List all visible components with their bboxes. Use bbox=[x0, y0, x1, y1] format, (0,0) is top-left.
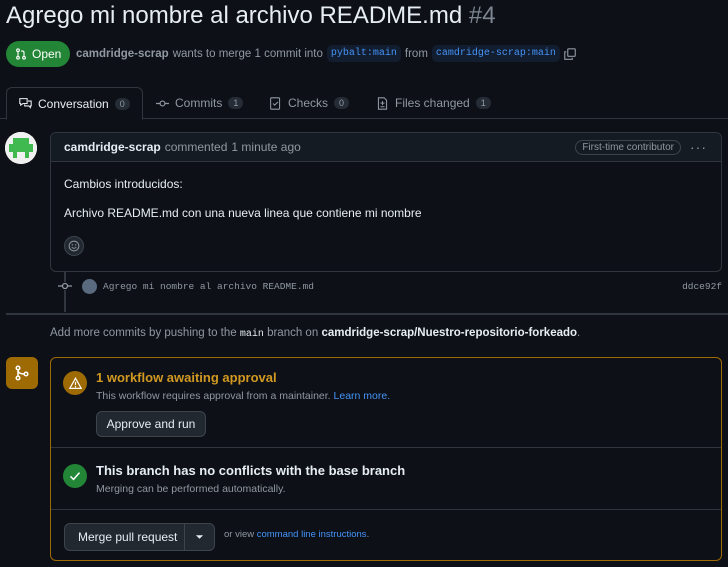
open-state-badge: Open bbox=[6, 41, 70, 67]
author-avatar[interactable] bbox=[5, 132, 37, 164]
timeline-divider bbox=[6, 313, 728, 315]
tab-files-changed[interactable]: Files changed 1 bbox=[376, 87, 491, 119]
add-commits-suffix: . bbox=[577, 327, 581, 339]
tab-conversation-label: Conversation bbox=[38, 96, 109, 111]
base-branch[interactable]: pybalt:main bbox=[326, 45, 401, 62]
tab-conversation[interactable]: Conversation 0 bbox=[6, 87, 143, 120]
or-view-text: or view bbox=[224, 529, 255, 540]
checklist-icon bbox=[270, 96, 281, 110]
workflow-subtext: This workflow requires approval from a m… bbox=[96, 390, 390, 402]
tab-files-changed-label: Files changed bbox=[395, 96, 470, 110]
timeline-line bbox=[64, 272, 66, 312]
smiley-icon bbox=[68, 240, 80, 252]
command-line-instructions-link[interactable]: command line instructions bbox=[257, 529, 367, 540]
git-commit-icon bbox=[156, 99, 169, 107]
learn-more-link[interactable]: Learn more. bbox=[334, 390, 391, 402]
conflicts-section bbox=[51, 448, 721, 510]
add-commits-prefix: Add more commits by pushing to the bbox=[50, 327, 237, 339]
tab-commits-label: Commits bbox=[175, 96, 223, 110]
comment-action: commented bbox=[164, 140, 228, 154]
tab-files-changed-count: 1 bbox=[475, 97, 491, 109]
commit-author-avatar[interactable] bbox=[82, 278, 97, 294]
tab-checks-count: 0 bbox=[334, 97, 350, 109]
workflow-title: 1 workflow awaiting approval bbox=[96, 370, 277, 385]
add-commits-branch: main bbox=[239, 329, 264, 340]
head-branch[interactable]: camdridge-scrap:main bbox=[431, 45, 560, 62]
pr-title-text: Agrego mi nombre al archivo README.md bbox=[6, 2, 463, 29]
no-conflicts-subtext: Merging can be performed automatically. bbox=[96, 483, 286, 495]
merge-pull-request-label: Merge pull request bbox=[78, 530, 178, 544]
add-commits-repo[interactable]: camdridge-scrap/Nuestro-repositorio-fork… bbox=[321, 327, 577, 339]
tab-checks-label: Checks bbox=[288, 96, 329, 110]
comment-author[interactable]: camdridge-scrap bbox=[64, 140, 161, 154]
triangle-down-icon[interactable] bbox=[195, 533, 204, 541]
tab-conversation-count: 0 bbox=[114, 97, 130, 110]
alert-icon bbox=[63, 371, 87, 395]
tab-commits[interactable]: Commits 1 bbox=[156, 87, 244, 119]
check-icon bbox=[63, 464, 87, 488]
identicon-icon bbox=[5, 132, 37, 164]
file-diff-icon bbox=[377, 96, 388, 110]
git-merge-icon bbox=[6, 357, 38, 389]
cli-instructions-hint: or view command line instructions. bbox=[224, 529, 369, 540]
cli-suffix: . bbox=[366, 529, 370, 540]
git-pull-request-icon bbox=[16, 48, 26, 60]
tab-checks[interactable]: Checks 0 bbox=[269, 87, 350, 119]
merge-box: 1 workflow awaiting approval This workfl… bbox=[50, 357, 722, 561]
no-conflicts-title: This branch has no conflicts with the ba… bbox=[96, 463, 406, 478]
comment-line-1: Cambios introducidos: bbox=[64, 177, 183, 191]
git-commit-icon bbox=[58, 282, 72, 290]
merge-pull-request-button[interactable]: Merge pull request bbox=[64, 523, 215, 551]
first-time-contributor-badge: First-time contributor bbox=[575, 140, 681, 155]
pr-title: Agrego mi nombre al archivo README.md #4 bbox=[6, 2, 496, 30]
approve-and-run-button[interactable]: Approve and run bbox=[96, 411, 206, 437]
workflow-sub-text: This workflow requires approval from a m… bbox=[96, 390, 331, 402]
comment-time[interactable]: 1 minute ago bbox=[231, 140, 300, 154]
pr-meta-text: wants to merge 1 commit into bbox=[172, 47, 323, 60]
copy-icon[interactable] bbox=[564, 47, 576, 60]
commit-row: Agrego mi nombre al archivo README.md dd… bbox=[82, 278, 722, 294]
merge-split-divider bbox=[184, 523, 185, 551]
comment-header: camdridge-scrap commented 1 minute ago F… bbox=[51, 133, 721, 162]
open-state-label: Open bbox=[32, 47, 62, 61]
pr-number: #4 bbox=[468, 2, 496, 29]
add-reaction-button[interactable] bbox=[64, 236, 84, 256]
pr-tabs: Conversation 0 Commits 1 Checks 0 Files … bbox=[0, 87, 728, 120]
add-commits-mid: branch on bbox=[267, 327, 319, 339]
comment-card: camdridge-scrap commented 1 minute ago F… bbox=[50, 132, 722, 272]
tab-commits-count: 1 bbox=[228, 97, 244, 109]
add-commits-hint: Add more commits by pushing to the main … bbox=[50, 327, 580, 340]
comment-discussion-icon bbox=[19, 98, 32, 109]
pr-meta: camdridge-scrap wants to merge 1 commit … bbox=[76, 45, 576, 62]
commit-message[interactable]: Agrego mi nombre al archivo README.md bbox=[103, 281, 314, 292]
kebab-horizontal-icon[interactable]: ··· bbox=[690, 139, 707, 155]
workflow-approval-section: 1 workflow awaiting approval This workfl… bbox=[51, 358, 721, 448]
pr-author-link[interactable]: camdridge-scrap bbox=[76, 48, 169, 60]
comment-line-2: Archivo README.md con una nueva linea qu… bbox=[64, 206, 422, 220]
pr-from-text: from bbox=[404, 47, 428, 60]
commit-sha[interactable]: ddce92f bbox=[682, 281, 722, 292]
